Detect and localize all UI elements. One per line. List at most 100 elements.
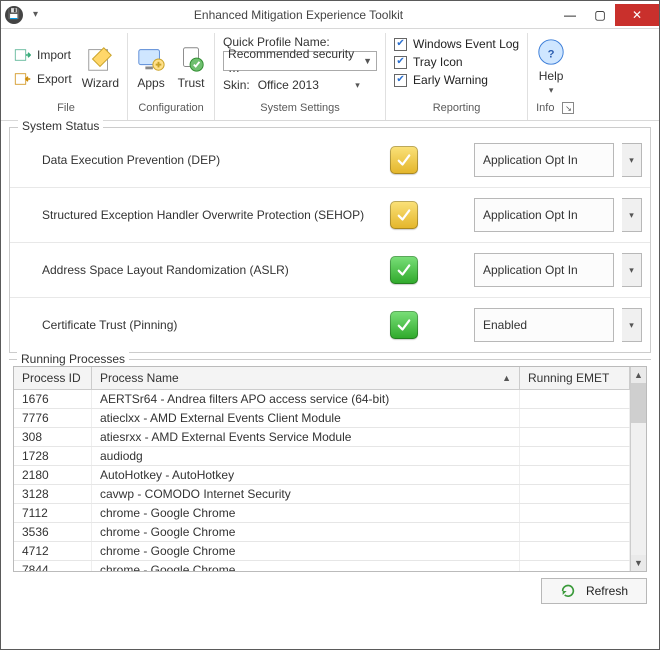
cell-running-emet bbox=[520, 485, 630, 503]
apps-label: Apps bbox=[137, 76, 164, 90]
section-title-status: System Status bbox=[18, 119, 103, 133]
dialog-launcher-icon[interactable]: ↘ bbox=[562, 102, 574, 114]
status-toggle[interactable] bbox=[390, 311, 418, 339]
sort-asc-icon: ▲ bbox=[502, 373, 511, 383]
table-row[interactable]: 1728audiodg bbox=[14, 447, 630, 466]
wizard-label: Wizard bbox=[82, 76, 119, 90]
cell-pname: audiodg bbox=[92, 447, 520, 465]
ribbon-group-label-info: Info bbox=[536, 100, 554, 118]
scroll-up-icon[interactable]: ▲ bbox=[631, 367, 646, 383]
status-dropdown-button[interactable]: ▾ bbox=[622, 143, 642, 177]
status-toggle[interactable] bbox=[390, 146, 418, 174]
table-row[interactable]: 308atiesrxx - AMD External Events Servic… bbox=[14, 428, 630, 447]
cell-pname: atieclxx - AMD External Events Client Mo… bbox=[92, 409, 520, 427]
cell-pname: AutoHotkey - AutoHotkey bbox=[92, 466, 520, 484]
cell-pid: 308 bbox=[14, 428, 92, 446]
close-button[interactable]: ✕ bbox=[615, 4, 659, 26]
apps-icon bbox=[136, 44, 166, 74]
status-toggle[interactable] bbox=[390, 201, 418, 229]
cell-running-emet bbox=[520, 561, 630, 571]
scroll-down-icon[interactable]: ▼ bbox=[631, 555, 646, 571]
table-row[interactable]: 3128cavwp - COMODO Internet Security bbox=[14, 485, 630, 504]
check-icon bbox=[395, 261, 413, 279]
refresh-button[interactable]: Refresh bbox=[541, 578, 647, 604]
cell-running-emet bbox=[520, 428, 630, 446]
cell-pid: 1728 bbox=[14, 447, 92, 465]
cell-pid: 7776 bbox=[14, 409, 92, 427]
trust-label: Trust bbox=[178, 76, 205, 90]
status-dropdown-button[interactable]: ▾ bbox=[622, 308, 642, 342]
chevron-down-icon: ▾ bbox=[355, 80, 360, 91]
cell-pname: chrome - Google Chrome bbox=[92, 561, 520, 571]
cell-pid: 1676 bbox=[14, 390, 92, 408]
checkbox-label: Windows Event Log bbox=[413, 37, 519, 51]
table-row[interactable]: 1676AERTSr64 - Andrea filters APO access… bbox=[14, 390, 630, 409]
import-label: Import bbox=[37, 48, 71, 62]
vertical-scrollbar[interactable]: ▲ ▼ bbox=[630, 367, 646, 571]
table-row[interactable]: 3536chrome - Google Chrome bbox=[14, 523, 630, 542]
col-label: Process Name bbox=[100, 371, 179, 385]
scroll-thumb[interactable] bbox=[631, 383, 646, 423]
cell-pid: 3128 bbox=[14, 485, 92, 503]
cell-running-emet bbox=[520, 523, 630, 541]
table-row[interactable]: 7112chrome - Google Chrome bbox=[14, 504, 630, 523]
cell-pid: 7844 bbox=[14, 561, 92, 571]
export-button[interactable]: Export bbox=[13, 70, 72, 88]
checkbox-tray-icon[interactable]: ✔ Tray Icon bbox=[394, 55, 519, 69]
table-row[interactable]: 7844chrome - Google Chrome bbox=[14, 561, 630, 571]
status-dropdown-button[interactable]: ▾ bbox=[622, 253, 642, 287]
cell-running-emet bbox=[520, 390, 630, 408]
ribbon-group-info: ? Help ▾ Info ↘ bbox=[528, 33, 582, 120]
skin-select[interactable]: Office 2013 ▾ bbox=[254, 75, 364, 95]
minimize-button[interactable]: — bbox=[555, 4, 585, 26]
ribbon-group-label-file: File bbox=[13, 100, 119, 118]
checkbox-event-log[interactable]: ✔ Windows Event Log bbox=[394, 37, 519, 51]
status-label: Data Execution Prevention (DEP) bbox=[18, 153, 382, 167]
status-dropdown-button[interactable]: ▾ bbox=[622, 198, 642, 232]
help-icon: ? bbox=[536, 37, 566, 67]
maximize-button[interactable]: ▢ bbox=[585, 4, 615, 26]
cell-pid: 3536 bbox=[14, 523, 92, 541]
check-icon bbox=[395, 206, 413, 224]
trust-button[interactable]: Trust bbox=[176, 44, 206, 90]
status-dropdown[interactable]: Enabled bbox=[474, 308, 614, 342]
app-window: 💾 ▾ Enhanced Mitigation Experience Toolk… bbox=[0, 0, 660, 650]
cell-running-emet bbox=[520, 504, 630, 522]
cell-pname: AERTSr64 - Andrea filters APO access ser… bbox=[92, 390, 520, 408]
wizard-button[interactable]: Wizard bbox=[82, 44, 119, 90]
table-row[interactable]: 4712chrome - Google Chrome bbox=[14, 542, 630, 561]
apps-button[interactable]: Apps bbox=[136, 44, 166, 90]
checkbox-icon: ✔ bbox=[394, 56, 407, 69]
cell-pid: 4712 bbox=[14, 542, 92, 560]
ribbon-group-system-settings: Quick Profile Name: Recommended security… bbox=[215, 33, 386, 120]
checkbox-early-warning[interactable]: ✔ Early Warning bbox=[394, 73, 519, 87]
quick-profile-select[interactable]: Recommended security … ▼ bbox=[223, 51, 377, 71]
table-row[interactable]: 2180AutoHotkey - AutoHotkey bbox=[14, 466, 630, 485]
titlebar: 💾 ▾ Enhanced Mitigation Experience Toolk… bbox=[1, 1, 659, 29]
import-button[interactable]: Import bbox=[13, 46, 72, 64]
app-menu-icon[interactable]: 💾 bbox=[5, 6, 23, 24]
table-row[interactable]: 7776atieclxx - AMD External Events Clien… bbox=[14, 409, 630, 428]
window-title: Enhanced Mitigation Experience Toolkit bbox=[42, 8, 555, 22]
checkbox-icon: ✔ bbox=[394, 38, 407, 51]
ribbon-group-label-settings: System Settings bbox=[223, 100, 377, 118]
status-dropdown[interactable]: Application Opt In bbox=[474, 198, 614, 232]
status-toggle[interactable] bbox=[390, 256, 418, 284]
section-title-processes: Running Processes bbox=[17, 352, 129, 366]
cell-pname: atiesrxx - AMD External Events Service M… bbox=[92, 428, 520, 446]
status-dropdown[interactable]: Application Opt In bbox=[474, 253, 614, 287]
cell-pname: chrome - Google Chrome bbox=[92, 523, 520, 541]
status-dropdown[interactable]: Application Opt In bbox=[474, 143, 614, 177]
process-grid: Process ID Process Name ▲ Running EMET 1… bbox=[13, 366, 647, 572]
chevron-down-icon[interactable]: ▾ bbox=[549, 85, 554, 96]
chevron-down-icon: ▼ bbox=[363, 56, 372, 66]
qatoolbar-dropdown-icon[interactable]: ▾ bbox=[29, 9, 42, 20]
col-running-emet[interactable]: Running EMET bbox=[520, 367, 630, 389]
check-icon bbox=[395, 151, 413, 169]
cell-running-emet bbox=[520, 466, 630, 484]
help-button[interactable]: ? Help ▾ bbox=[536, 37, 566, 96]
col-process-id[interactable]: Process ID bbox=[14, 367, 92, 389]
running-processes-section: Running Processes Process ID Process Nam… bbox=[9, 359, 651, 604]
col-process-name[interactable]: Process Name ▲ bbox=[92, 367, 520, 389]
wizard-icon bbox=[85, 44, 115, 74]
